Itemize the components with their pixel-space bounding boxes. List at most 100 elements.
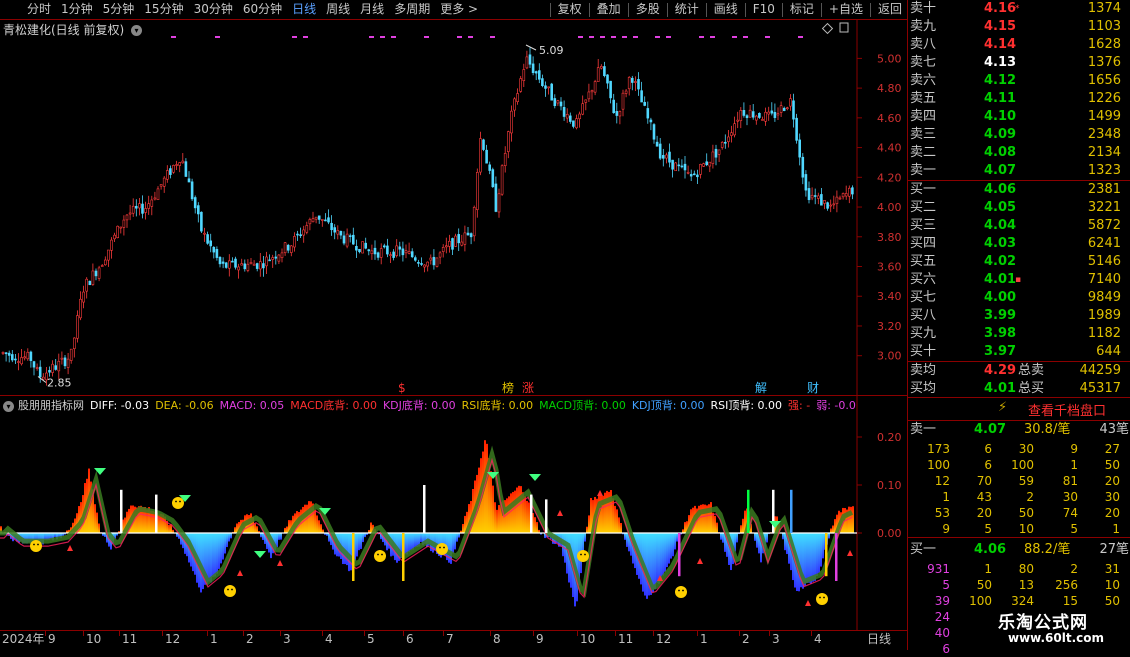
event-marker[interactable]: 涨 xyxy=(522,380,534,395)
queue-value: 74 xyxy=(1038,505,1078,521)
event-marker[interactable]: 财 xyxy=(807,381,819,395)
signal-bar xyxy=(835,533,838,581)
queue-value: 6 xyxy=(910,641,950,657)
bids-row[interactable]: 买七4.009849 xyxy=(908,289,1130,307)
indicator-title: ▾股朋朋指标网DIFF: -0.03DEA: -0.06MACD: 0.05MA… xyxy=(3,397,862,413)
toolbar-right-item-4[interactable]: 画线 xyxy=(709,0,743,19)
order-book-panel: 卖十4.16*1374卖九4.151103卖八4.141628卖七4.13137… xyxy=(907,0,1130,650)
toolbar-right-item-5[interactable]: F10 xyxy=(748,0,780,19)
time-label: 11 xyxy=(618,631,633,647)
toolbar-right-item-2[interactable]: 多股 xyxy=(631,0,665,19)
asks-price: 4.10 xyxy=(984,108,1016,126)
bids-row[interactable]: 买三4.045872 xyxy=(908,217,1130,235)
queue-row: 1270598120 xyxy=(908,473,1130,489)
bids-price: 3.97 xyxy=(984,343,1016,361)
time-label: 10 xyxy=(580,631,595,647)
bids-row[interactable]: 买五4.025146 xyxy=(908,253,1130,271)
avg_sell-label: 卖均 xyxy=(910,362,936,380)
toolbar-item-6[interactable]: 日线 xyxy=(287,0,321,19)
queue-value: 59 xyxy=(994,473,1034,489)
bids-row[interactable]: 买九3.981182 xyxy=(908,325,1130,343)
event-marker[interactable]: 榜 xyxy=(502,380,514,395)
asks-row[interactable]: 卖二4.082134 xyxy=(908,144,1130,162)
queue-value: 10 xyxy=(1080,577,1120,593)
asks-row[interactable]: 卖十4.16*1374 xyxy=(908,0,1130,18)
queue-value: 24 xyxy=(910,609,950,625)
toolbar-divider xyxy=(870,3,871,17)
asks-row[interactable]: 卖九4.151103 xyxy=(908,18,1130,36)
queue-value: 5 xyxy=(910,577,950,593)
bids-level-label: 买五 xyxy=(910,253,936,271)
toolbar-item-9[interactable]: 多周期 xyxy=(389,0,435,19)
event-marker[interactable]: $ xyxy=(398,381,406,395)
toolbar-right-item-7[interactable]: +自选 xyxy=(824,0,868,19)
time-tick xyxy=(811,631,812,636)
toolbar-item-1[interactable]: 1分钟 xyxy=(56,0,98,19)
bids-volume: 2381 xyxy=(1088,181,1121,199)
toolbar-item-4[interactable]: 30分钟 xyxy=(189,0,238,19)
asks-price: 4.13 xyxy=(984,54,1016,72)
event-marker[interactable]: 解 xyxy=(755,381,767,395)
time-tick xyxy=(322,631,323,636)
toolbar-right-item-6[interactable]: 标记 xyxy=(785,0,819,19)
smiley-icon xyxy=(30,540,42,552)
toolbar-item-2[interactable]: 5分钟 xyxy=(98,0,140,19)
bids-row[interactable]: 买一4.062381 xyxy=(908,181,1130,199)
time-label: 9 xyxy=(536,631,544,647)
bids-row[interactable]: 买十3.97644 xyxy=(908,343,1130,361)
asks-row[interactable]: 卖八4.141628 xyxy=(908,36,1130,54)
toolbar-item-0[interactable]: 分时 xyxy=(22,0,56,19)
queue-value: 31 xyxy=(1080,561,1120,577)
queue-value: 5 xyxy=(1038,521,1078,537)
toolbar-item-5[interactable]: 60分钟 xyxy=(238,0,287,19)
queue-value: 30 xyxy=(994,441,1034,457)
queue-value: 81 xyxy=(1038,473,1078,489)
bids-row[interactable]: 买四4.036241 xyxy=(908,235,1130,253)
signal-bar xyxy=(352,533,355,581)
toolbar-item-7[interactable]: 周线 xyxy=(321,0,355,19)
bids-row[interactable]: 买二4.053221 xyxy=(908,199,1130,217)
asks-row[interactable]: 卖六4.121656 xyxy=(908,72,1130,90)
bids-row[interactable]: 买六4.01▪7140 xyxy=(908,271,1130,289)
chevron-down-icon[interactable]: ▾ xyxy=(3,401,14,412)
asks-row[interactable]: 卖三4.092348 xyxy=(908,126,1130,144)
toolbar-divider xyxy=(550,3,551,17)
toolbar-right-item-3[interactable]: 统计 xyxy=(670,0,704,19)
queue-value: 43 xyxy=(952,489,992,505)
asks-price: 4.15 xyxy=(984,18,1016,36)
indicator-chart[interactable]: 0.200.100.00 xyxy=(0,396,907,630)
asks-row[interactable]: 卖七4.131376 xyxy=(908,54,1130,72)
period-label[interactable]: 日线 xyxy=(867,631,891,647)
asks-row[interactable]: 卖五4.111226 xyxy=(908,90,1130,108)
toolbar-right-item-8[interactable]: 返回 xyxy=(873,0,907,19)
time-tick xyxy=(769,631,770,636)
change-marker: * xyxy=(1015,0,1020,18)
buy1-queue-label: 买一 xyxy=(910,541,936,559)
chevron-down-icon[interactable]: ▾ xyxy=(131,25,142,36)
bids-volume: 7140 xyxy=(1088,271,1121,289)
time-tick xyxy=(490,631,491,636)
toolbar-item-10[interactable]: 更多 > xyxy=(435,0,483,19)
asks-row[interactable]: 卖一4.071323 xyxy=(908,162,1130,180)
bids-price: 4.05 xyxy=(984,199,1016,217)
queue-value: 27 xyxy=(1080,441,1120,457)
toolbar-right-item-1[interactable]: 叠加 xyxy=(592,0,626,19)
time-label: 2024年 xyxy=(2,631,45,647)
buy1-queue-avg: 88.2/笔 xyxy=(1024,541,1070,559)
toolbar-item-3[interactable]: 15分钟 xyxy=(139,0,188,19)
toolbar-right-item-0[interactable]: 复权 xyxy=(553,0,587,19)
asks-volume: 2348 xyxy=(1088,126,1121,144)
toolbar-item-8[interactable]: 月线 xyxy=(355,0,389,19)
asks-row[interactable]: 卖四4.101499 xyxy=(908,108,1130,126)
avg_sell-price: 4.29 xyxy=(984,362,1016,380)
sell1-queue-price: 4.07 xyxy=(974,421,1006,439)
y-axis-label: 5.00 xyxy=(877,52,902,65)
candlestick-chart[interactable]: 5.004.804.604.404.204.003.803.603.403.20… xyxy=(0,20,907,396)
full-depth-label[interactable]: 查看千档盘口 xyxy=(1028,400,1106,419)
bids-volume: 9849 xyxy=(1088,289,1121,307)
bids-volume: 5146 xyxy=(1088,253,1121,271)
queue-value: 100 xyxy=(910,457,950,473)
bids-row[interactable]: 买八3.991989 xyxy=(908,307,1130,325)
queue-value: 1 xyxy=(910,489,950,505)
full-depth-link[interactable]: ⚡查看千档盘口 xyxy=(908,397,1130,421)
